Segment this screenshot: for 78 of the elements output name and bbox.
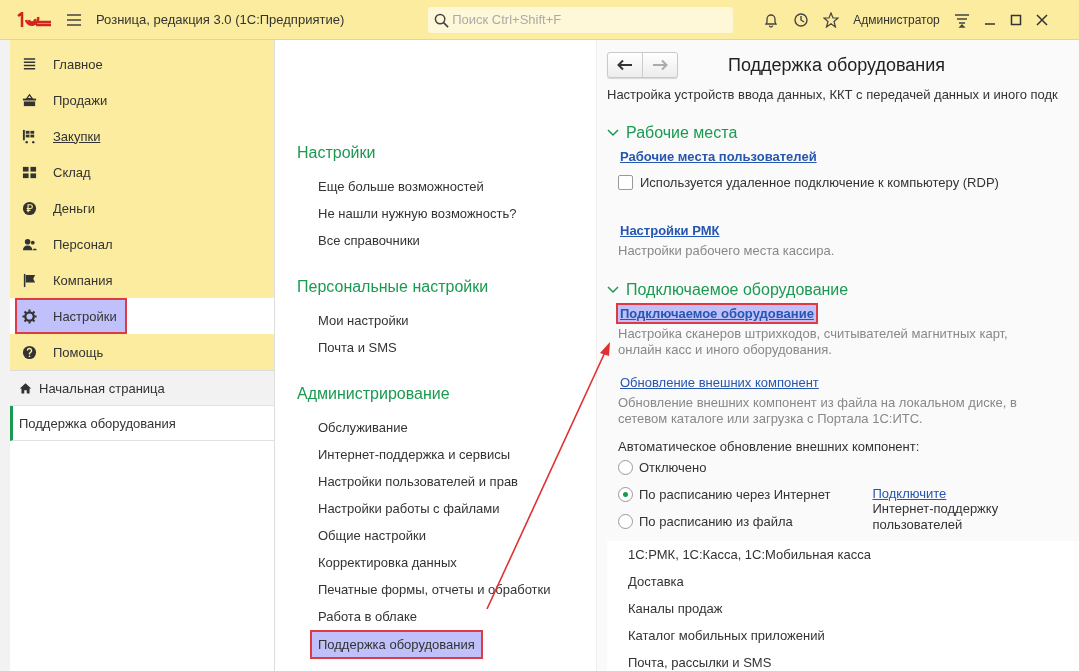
user-name[interactable]: Администратор [853,12,940,27]
radio-label: По расписанию из файла [639,514,793,529]
menu-group-title: Администрирование [297,385,451,403]
menu-link[interactable]: Интернет-поддержка и сервисы [297,441,511,468]
sidebar-item[interactable]: Деньги [10,190,274,226]
menu-link[interactable]: Корректировка данных [297,549,457,576]
checkbox[interactable] [618,175,633,190]
menu-link[interactable]: Работа в облаке [297,603,417,630]
menu-link[interactable]: Мои настройки [297,307,409,334]
sidebar-item[interactable]: Закупки [10,118,274,154]
menu-link[interactable]: Еще больше возможностей [297,173,484,200]
star-icon[interactable] [823,11,840,28]
grid-icon [22,164,37,180]
flag-icon [22,272,37,288]
section-header[interactable]: Подключаемое оборудование [607,281,849,299]
sidebar-item[interactable]: Склад [10,154,274,190]
sidebar-item[interactable]: Компания [10,262,274,298]
open-page-tab[interactable]: Поддержка оборудования [10,406,274,441]
radio-label: По расписанию через Интернет [639,487,831,502]
sidebar-item[interactable]: Главное [10,46,274,82]
settings-item[interactable]: Почта, рассылки и SMS [628,649,1079,671]
menu-link[interactable]: Настройки работы с файлами [297,495,500,522]
section-header[interactable]: Рабочие места [607,124,738,142]
menu-link[interactable]: Все справочники [297,227,420,254]
radio-button[interactable] [618,514,633,529]
menu-group-title: Персональные настройки [297,278,490,296]
page-description: Настройка устройств ввода данных, ККТ с передачей данных и иного подк [607,87,1059,102]
options-icon[interactable] [953,11,970,28]
sidebar-item[interactable]: Настройки [10,298,274,334]
note-text: Интернет-поддержку пользователей [872,501,1000,533]
menu-icon[interactable] [66,12,82,27]
menu-link[interactable]: Почта и SMS [297,334,397,361]
sidebar-item[interactable]: Персонал [10,226,274,262]
app-title: Розница, редакция 3.0 (1С:Предприятие) [96,12,345,27]
history-icon[interactable] [793,11,810,28]
basket-icon [22,92,37,108]
settings-item[interactable]: Каталог мобильных приложений [628,622,1079,649]
settings-link[interactable]: Настройки РМК [620,223,720,238]
menu-link[interactable]: Не нашли нужную возможность? [297,200,517,227]
chevron-down-icon [607,129,619,137]
maximize-icon[interactable] [1009,13,1022,26]
settings-icon [22,308,37,324]
settings-item[interactable]: 1С:РМК, 1С:Касса, 1С:Мобильная касса [628,541,1079,568]
checkbox-label: Используется удаленное подключение к компьютеру (RDP) [640,175,999,190]
menu-group-title: Настройки [297,144,377,162]
settings-item[interactable]: Доставка [628,568,1079,595]
settings-link[interactable]: Обновление внешних компонент [620,375,819,390]
link-description: Настройка сканеров штрихкодов, считывателей магнитных карт, онлайн касс и иного оборудования. [618,326,1009,358]
help-icon [22,344,37,360]
bell-icon[interactable] [763,11,780,28]
menu-link[interactable]: Настройки пользователей и прав [297,468,519,495]
logo-icon [16,11,52,28]
people-icon [22,236,37,252]
link-description: Настройки рабочего места кассира. [618,243,836,259]
back-arrow-icon[interactable] [617,59,633,71]
radio-button[interactable] [618,460,633,475]
page-title: Поддержка оборудования [728,54,946,76]
ruble-icon [22,200,37,216]
menu-link[interactable]: Обслуживание [297,414,408,441]
cart-icon [22,128,37,144]
settings-item[interactable]: Каналы продаж [628,595,1079,622]
settings-link[interactable]: Рабочие места пользователей [620,149,817,164]
menu-link[interactable]: Поддержка оборудования [312,632,481,657]
sidebar-item[interactable]: Помощь [10,334,274,370]
radio-group-label: Автоматическое обновление внешних компонент: [618,439,921,454]
open-page-tab[interactable]: Начальная страница [10,371,274,406]
search-field[interactable]: Поиск Ctrl+Shift+F [428,6,734,33]
sidebar-item[interactable]: Продажи [10,82,274,118]
menu-link[interactable]: Общие настройки [297,522,426,549]
list-icon [22,56,37,72]
connect-link[interactable]: Подключите [872,486,947,501]
link-description: Обновление внешних компонент из файла на локальном диске, в сетевом каталоге или загрузка с Портала 1С:ИТС. [618,395,1018,427]
close-icon[interactable] [1035,13,1048,26]
radio-label: Отключено [639,460,707,475]
home-icon [19,381,32,395]
radio-button[interactable] [618,487,633,502]
chevron-down-icon [607,286,619,294]
settings-link[interactable]: Подключаемое оборудование [620,306,814,321]
